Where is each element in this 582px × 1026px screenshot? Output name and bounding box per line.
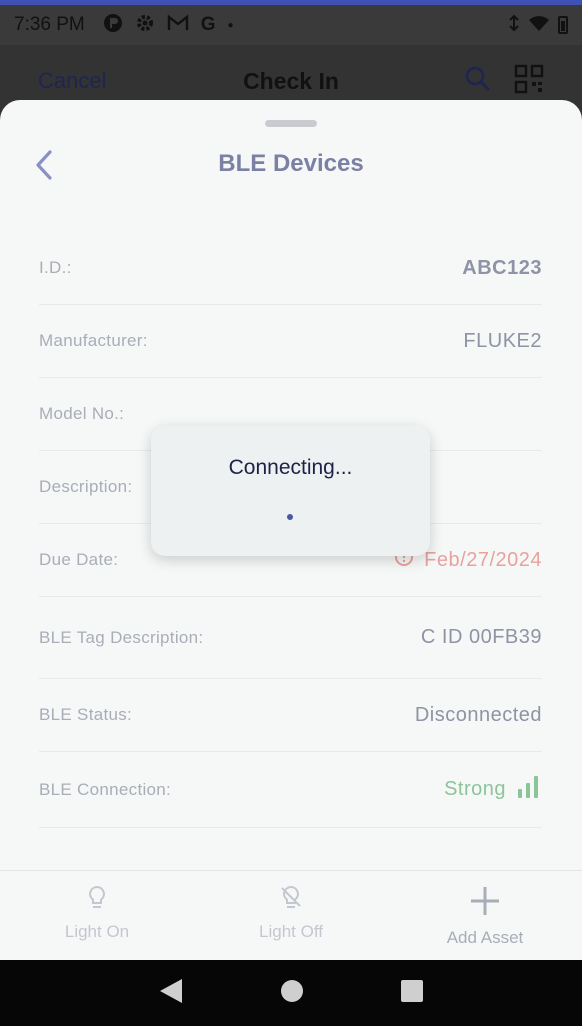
home-nav-icon[interactable] bbox=[279, 978, 305, 1009]
row-label: BLE Tag Description: bbox=[39, 627, 204, 647]
drag-handle[interactable] bbox=[265, 120, 317, 127]
row-value: Strong bbox=[444, 775, 542, 805]
back-nav-icon[interactable] bbox=[158, 977, 184, 1010]
detail-row-manufacturer: Manufacturer: FLUKE2 bbox=[39, 305, 542, 378]
light-off-label: Light Off bbox=[259, 922, 323, 941]
row-label: Model No.: bbox=[39, 404, 125, 423]
due-date-value: Feb/27/2024 bbox=[424, 548, 542, 571]
row-label: BLE Connection: bbox=[39, 779, 172, 799]
light-on-button[interactable]: Light On bbox=[0, 871, 194, 960]
status-time: 7:36 PM bbox=[14, 14, 85, 35]
battery-icon bbox=[558, 16, 568, 34]
dialog-title: Connecting... bbox=[228, 456, 353, 479]
detail-row-ble-tag: BLE Tag Description: C ID 00FB39 bbox=[39, 597, 542, 679]
row-value: FLUKE2 bbox=[463, 329, 542, 352]
wifi-icon bbox=[528, 14, 550, 37]
qr-code-icon[interactable] bbox=[514, 64, 544, 99]
row-label: Description: bbox=[39, 477, 133, 496]
row-label: Manufacturer: bbox=[39, 331, 148, 350]
row-value: ABC123 bbox=[462, 256, 542, 279]
dot-icon: ● bbox=[227, 19, 234, 31]
android-nav-bar bbox=[0, 960, 582, 1026]
settings-icon bbox=[135, 13, 155, 38]
lightbulb-off-icon bbox=[279, 885, 303, 916]
signal-bars-icon bbox=[516, 775, 542, 805]
status-bar: 7:36 PM G ● bbox=[0, 5, 582, 45]
recents-nav-icon[interactable] bbox=[400, 979, 424, 1008]
detail-row-ble-connection: BLE Connection: Strong bbox=[39, 752, 542, 828]
row-value: Disconnected bbox=[414, 703, 542, 726]
row-label: Due Date: bbox=[39, 550, 119, 569]
add-asset-button[interactable]: Add Asset bbox=[388, 871, 582, 960]
detail-row-id: I.D.: ABC123 bbox=[39, 232, 542, 305]
row-label: I.D.: bbox=[39, 258, 72, 277]
sheet-title: BLE Devices bbox=[218, 150, 364, 177]
light-on-label: Light On bbox=[64, 922, 130, 941]
connection-strength-value: Strong bbox=[444, 778, 506, 800]
detail-row-ble-status: BLE Status: Disconnected bbox=[39, 679, 542, 752]
app-icon bbox=[103, 13, 123, 38]
loading-spinner-icon bbox=[287, 514, 293, 520]
lightbulb-icon bbox=[86, 885, 108, 916]
row-value: C ID 00FB39 bbox=[420, 626, 542, 648]
plus-icon bbox=[469, 885, 501, 922]
bottom-action-bar: Light On Light Off Add Asset bbox=[0, 870, 582, 960]
vibrate-icon bbox=[508, 14, 520, 37]
add-asset-label: Add Asset bbox=[446, 928, 524, 947]
search-icon[interactable] bbox=[464, 65, 492, 98]
gmail-icon bbox=[167, 14, 189, 37]
row-label: BLE Status: bbox=[39, 705, 133, 724]
google-icon: G bbox=[200, 14, 216, 35]
light-off-button[interactable]: Light Off bbox=[194, 871, 388, 960]
cancel-button[interactable]: Cancel bbox=[38, 68, 106, 94]
connecting-dialog: Connecting... bbox=[151, 426, 430, 556]
